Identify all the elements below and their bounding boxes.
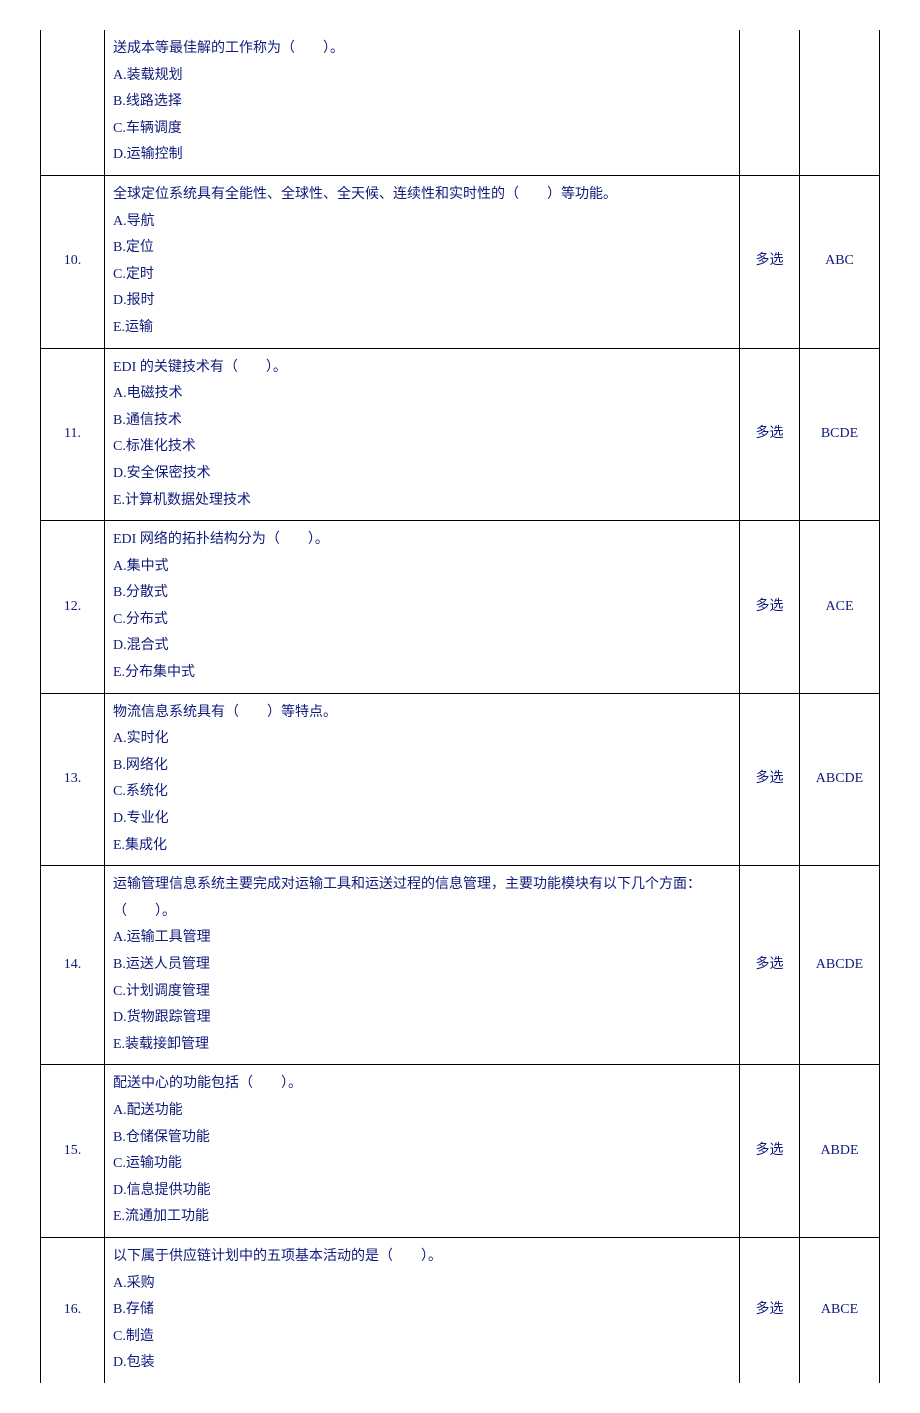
question-line: C.分布式 xyxy=(113,607,731,634)
question-line: A.集中式 xyxy=(113,554,731,581)
question-line: B.分散式 xyxy=(113,580,731,607)
question-line: A.电磁技术 xyxy=(113,381,731,408)
question-answer: ABC xyxy=(800,175,880,348)
question-answer: BCDE xyxy=(800,348,880,521)
question-line: E.计算机数据处理技术 xyxy=(113,488,731,515)
question-line: A.配送功能 xyxy=(113,1098,731,1125)
question-line: E.运输 xyxy=(113,315,731,342)
question-type: 多选 xyxy=(740,348,800,521)
question-body: EDI 网络的拓扑结构分为（ ）。A.集中式B.分散式C.分布式D.混合式E.分… xyxy=(105,521,740,694)
question-line: （ ）。 xyxy=(113,899,731,926)
question-line: C.运输功能 xyxy=(113,1151,731,1178)
question-type: 多选 xyxy=(740,1065,800,1238)
question-line: C.系统化 xyxy=(113,779,731,806)
question-line: E.分布集中式 xyxy=(113,660,731,687)
question-number: 11. xyxy=(41,348,105,521)
question-line: D.报时 xyxy=(113,288,731,315)
question-line: 全球定位系统具有全能性、全球性、全天候、连续性和实时性的（ ）等功能。 xyxy=(113,182,731,209)
question-line: C.标准化技术 xyxy=(113,434,731,461)
question-line: D.混合式 xyxy=(113,633,731,660)
question-type xyxy=(740,30,800,175)
question-number: 16. xyxy=(41,1237,105,1382)
question-number: 15. xyxy=(41,1065,105,1238)
question-line: 配送中心的功能包括（ ）。 xyxy=(113,1071,731,1098)
question-line: E.集成化 xyxy=(113,833,731,860)
question-line: C.计划调度管理 xyxy=(113,979,731,1006)
table-row: 12.EDI 网络的拓扑结构分为（ ）。A.集中式B.分散式C.分布式D.混合式… xyxy=(41,521,880,694)
question-answer: ABCDE xyxy=(800,693,880,866)
question-line: D.信息提供功能 xyxy=(113,1178,731,1205)
question-line: B.线路选择 xyxy=(113,89,731,116)
question-line: 运输管理信息系统主要完成对运输工具和运送过程的信息管理，主要功能模块有以下几个方… xyxy=(113,872,731,899)
table-row: 11.EDI 的关键技术有（ ）。A.电磁技术B.通信技术C.标准化技术D.安全… xyxy=(41,348,880,521)
question-line: A.导航 xyxy=(113,209,731,236)
question-line: A.采购 xyxy=(113,1271,731,1298)
question-table: 送成本等最佳解的工作称为（ ）。A.装载规划B.线路选择C.车辆调度D.运输控制… xyxy=(40,30,880,1383)
question-body: 配送中心的功能包括（ ）。A.配送功能B.仓储保管功能C.运输功能D.信息提供功… xyxy=(105,1065,740,1238)
question-line: B.网络化 xyxy=(113,753,731,780)
table-row: 送成本等最佳解的工作称为（ ）。A.装载规划B.线路选择C.车辆调度D.运输控制 xyxy=(41,30,880,175)
question-body: 以下属于供应链计划中的五项基本活动的是（ ）。A.采购B.存储C.制造D.包装 xyxy=(105,1237,740,1382)
question-line: C.制造 xyxy=(113,1324,731,1351)
question-line: C.定时 xyxy=(113,262,731,289)
question-answer: ABCE xyxy=(800,1237,880,1382)
question-line: 物流信息系统具有（ ）等特点。 xyxy=(113,700,731,727)
question-line: B.存储 xyxy=(113,1297,731,1324)
question-line: E.装载接卸管理 xyxy=(113,1032,731,1059)
question-line: EDI 网络的拓扑结构分为（ ）。 xyxy=(113,527,731,554)
question-line: B.通信技术 xyxy=(113,408,731,435)
question-line: D.运输控制 xyxy=(113,142,731,169)
question-answer: ABCDE xyxy=(800,866,880,1065)
question-number: 14. xyxy=(41,866,105,1065)
question-line: C.车辆调度 xyxy=(113,116,731,143)
question-line: D.专业化 xyxy=(113,806,731,833)
question-line: B.仓储保管功能 xyxy=(113,1125,731,1152)
question-line: A.实时化 xyxy=(113,726,731,753)
question-type: 多选 xyxy=(740,866,800,1065)
question-line: EDI 的关键技术有（ ）。 xyxy=(113,355,731,382)
question-answer: ACE xyxy=(800,521,880,694)
question-body: EDI 的关键技术有（ ）。A.电磁技术B.通信技术C.标准化技术D.安全保密技… xyxy=(105,348,740,521)
table-row: 13.物流信息系统具有（ ）等特点。A.实时化B.网络化C.系统化D.专业化E.… xyxy=(41,693,880,866)
table-row: 14. 运输管理信息系统主要完成对运输工具和运送过程的信息管理，主要功能模块有以下… xyxy=(41,866,880,1065)
question-number: 12. xyxy=(41,521,105,694)
table-row: 10.全球定位系统具有全能性、全球性、全天候、连续性和实时性的（ ）等功能。A.… xyxy=(41,175,880,348)
question-type: 多选 xyxy=(740,693,800,866)
question-line: 送成本等最佳解的工作称为（ ）。 xyxy=(113,36,731,63)
question-body: 送成本等最佳解的工作称为（ ）。A.装载规划B.线路选择C.车辆调度D.运输控制 xyxy=(105,30,740,175)
question-line: E.流通加工功能 xyxy=(113,1204,731,1231)
table-row: 16.以下属于供应链计划中的五项基本活动的是（ ）。A.采购B.存储C.制造D.… xyxy=(41,1237,880,1382)
question-line: D.包装 xyxy=(113,1350,731,1377)
question-body: 全球定位系统具有全能性、全球性、全天候、连续性和实时性的（ ）等功能。A.导航B… xyxy=(105,175,740,348)
question-type: 多选 xyxy=(740,175,800,348)
question-answer xyxy=(800,30,880,175)
question-line: A.运输工具管理 xyxy=(113,925,731,952)
question-body: 运输管理信息系统主要完成对运输工具和运送过程的信息管理，主要功能模块有以下几个方… xyxy=(105,866,740,1065)
question-line: B.运送人员管理 xyxy=(113,952,731,979)
table-row: 15.配送中心的功能包括（ ）。A.配送功能B.仓储保管功能C.运输功能D.信息… xyxy=(41,1065,880,1238)
document-page: 送成本等最佳解的工作称为（ ）。A.装载规划B.线路选择C.车辆调度D.运输控制… xyxy=(0,0,920,1413)
question-answer: ABDE xyxy=(800,1065,880,1238)
question-line: B.定位 xyxy=(113,235,731,262)
question-line: A.装载规划 xyxy=(113,63,731,90)
question-type: 多选 xyxy=(740,1237,800,1382)
question-number: 10. xyxy=(41,175,105,348)
question-type: 多选 xyxy=(740,521,800,694)
question-number xyxy=(41,30,105,175)
question-line: D.货物跟踪管理 xyxy=(113,1005,731,1032)
question-line: 以下属于供应链计划中的五项基本活动的是（ ）。 xyxy=(113,1244,731,1271)
question-number: 13. xyxy=(41,693,105,866)
question-line: D.安全保密技术 xyxy=(113,461,731,488)
question-body: 物流信息系统具有（ ）等特点。A.实时化B.网络化C.系统化D.专业化E.集成化 xyxy=(105,693,740,866)
